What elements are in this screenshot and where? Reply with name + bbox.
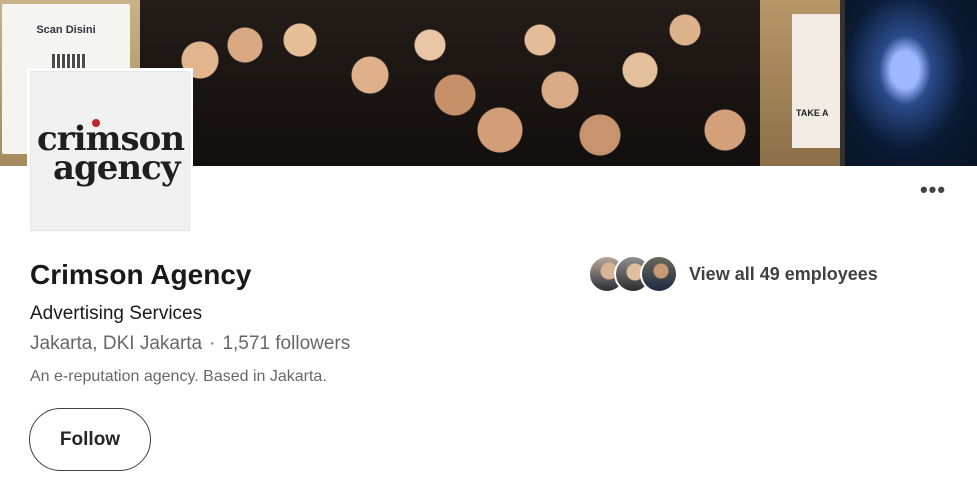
company-name: Crimson Agency (30, 259, 252, 290)
employee-avatars (588, 254, 680, 294)
follow-button[interactable]: Follow (29, 408, 151, 471)
company-meta: Jakarta, DKI Jakarta · 1,571 followers (30, 333, 350, 355)
company-logo[interactable]: crimson agency (30, 71, 190, 231)
more-options-icon[interactable]: ••• (913, 179, 953, 206)
cover-poster: TAKE A (792, 14, 840, 148)
poster-text: TAKE A (796, 108, 829, 118)
logo-dot-icon (92, 119, 100, 127)
company-industry: Advertising Services (30, 303, 203, 324)
view-employees-link[interactable]: View all 49 employees (588, 254, 878, 294)
company-page-header: Scan Disini TAKE A crimson agency ••• Cr… (0, 0, 977, 497)
logo-line-2: agency (53, 148, 181, 188)
company-tagline: An e-reputation agency. Based in Jakarta… (30, 368, 327, 385)
view-employees-label: View all 49 employees (689, 263, 878, 284)
cover-aquarium (845, 0, 977, 166)
follower-count: 1,571 followers (222, 333, 351, 354)
group-photo (140, 0, 760, 166)
banner-title: Scan Disini (36, 24, 96, 36)
meta-separator: · (209, 333, 216, 354)
company-location: Jakarta, DKI Jakarta (30, 333, 203, 354)
avatar (640, 255, 678, 293)
